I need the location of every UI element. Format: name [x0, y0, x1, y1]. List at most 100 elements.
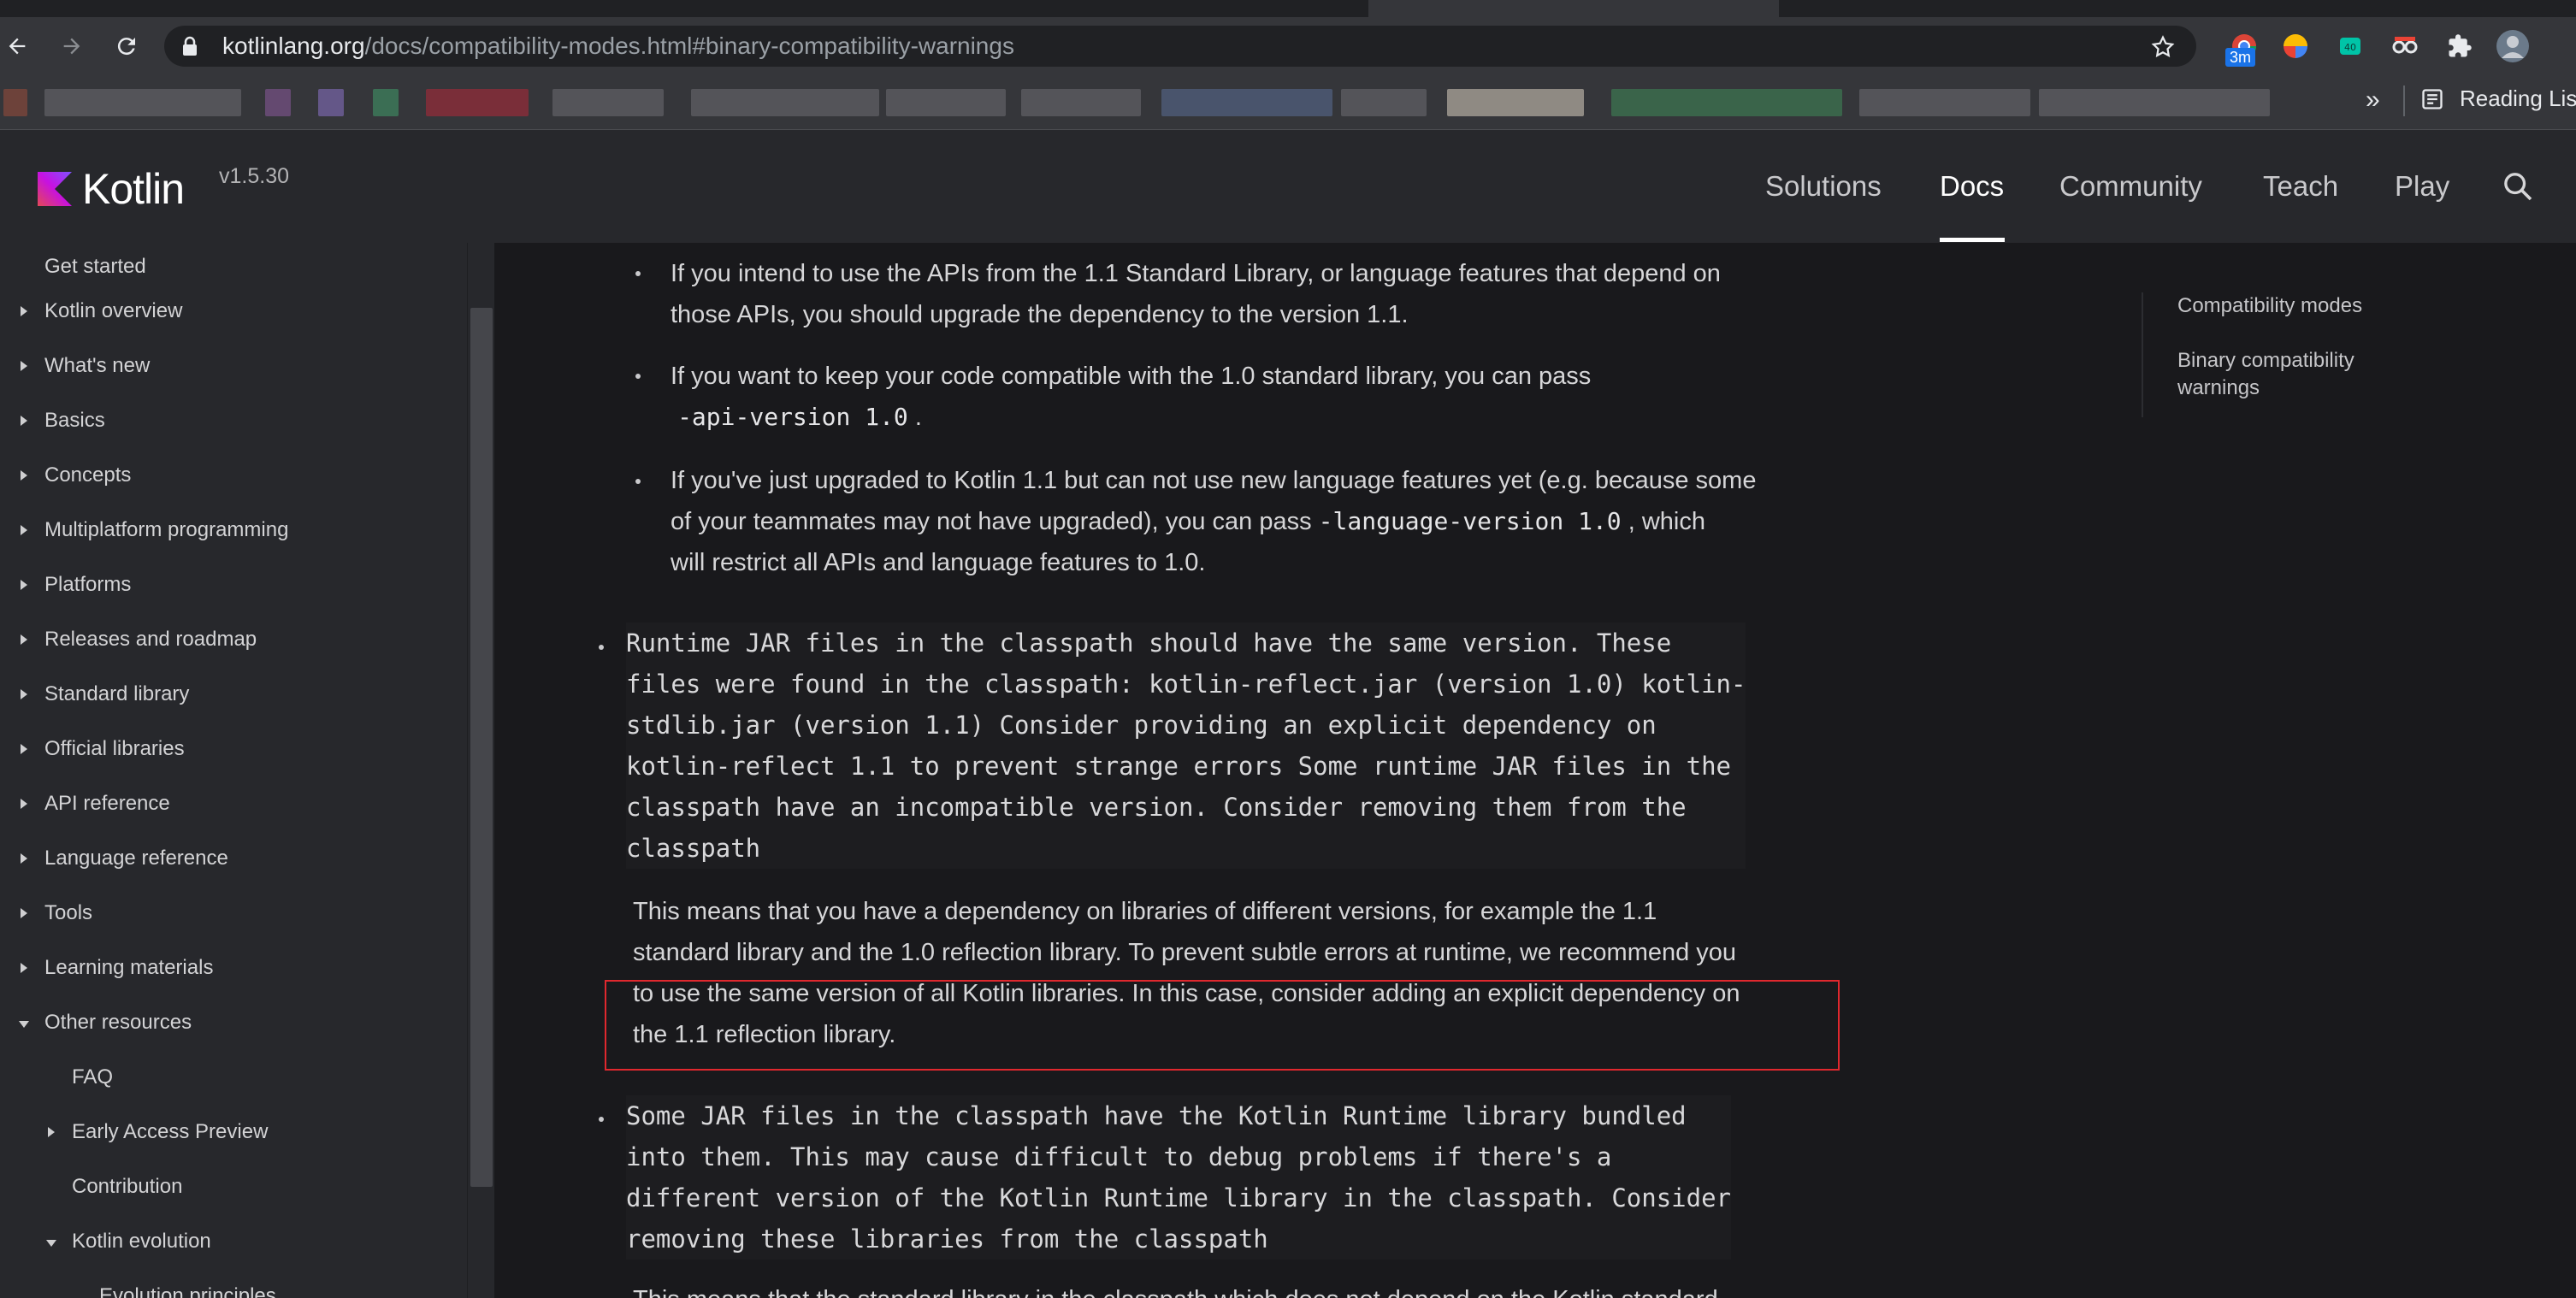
sidebar-item-concepts[interactable]: Concepts	[44, 458, 131, 493]
bookmarks-overflow-button[interactable]: »	[2366, 86, 2380, 115]
svg-text:40: 40	[2344, 42, 2356, 53]
list-bullet	[635, 374, 641, 379]
sidebar-item-label: Platforms	[44, 573, 132, 596]
url-host: kotlinlang.org	[222, 32, 365, 59]
back-button[interactable]	[0, 26, 38, 67]
reload-button[interactable]	[106, 26, 147, 67]
sidebar-item-faq[interactable]: FAQ	[72, 1060, 113, 1094]
bookmark-item[interactable]	[1447, 89, 1584, 116]
bookmark-item[interactable]	[426, 89, 529, 116]
extension-media-icon[interactable]: 40	[2331, 27, 2369, 65]
sidebar-item-official-libraries[interactable]: Official libraries	[44, 732, 185, 766]
bookmark-item[interactable]	[1341, 89, 1427, 116]
nav-solutions[interactable]: Solutions	[1765, 130, 1882, 243]
sidebar-item-multiplatform[interactable]: Multiplatform programming	[44, 513, 288, 547]
bookmark-item[interactable]	[691, 89, 879, 116]
caret-right-icon	[21, 361, 27, 371]
text-line: standard library and the 1.0 reflection …	[633, 939, 1737, 966]
docs-sidebar: Get started Kotlin overview What's new B…	[0, 243, 494, 1298]
extension-color-icon[interactable]	[2277, 27, 2314, 65]
sidebar-item-label: Learning materials	[44, 956, 214, 979]
toc-track	[2142, 292, 2143, 417]
address-bar[interactable]: kotlinlang.org/docs/compatibility-modes.…	[164, 26, 2196, 67]
caret-right-icon	[21, 306, 27, 316]
caret-right-icon	[21, 470, 27, 481]
bookmark-item[interactable]	[552, 89, 664, 116]
text-line: will restrict all APIs and language feat…	[671, 549, 1206, 576]
extensions-puzzle-icon[interactable]	[2441, 27, 2479, 65]
text-line: If you intend to use the APIs from the 1…	[671, 260, 1721, 287]
nav-play[interactable]: Play	[2395, 130, 2449, 243]
bookmark-favicon[interactable]	[318, 89, 344, 116]
warning-bundled-runtime: Some JAR files in the classpath have the…	[626, 1095, 1732, 1260]
search-icon	[2504, 173, 2532, 201]
sidebar-item-tools[interactable]: Tools	[44, 896, 92, 930]
sidebar-item-learning-materials[interactable]: Learning materials	[44, 951, 213, 985]
caret-right-icon	[21, 580, 27, 590]
reading-list-button[interactable]: Reading Lis	[2420, 86, 2576, 112]
bookmark-item[interactable]	[1161, 89, 1332, 116]
bookmark-favicon[interactable]	[3, 89, 27, 116]
sidebar-item-label: Kotlin evolution	[72, 1230, 211, 1253]
sidebar-item-label: FAQ	[72, 1065, 114, 1089]
extension-privacy-icon[interactable]	[2386, 27, 2424, 65]
sidebar-item-basics[interactable]: Basics	[44, 404, 105, 438]
explanation-bundled-runtime: This means that the standard library in …	[633, 1279, 1718, 1298]
sidebar-item-other-resources[interactable]: Other resources	[44, 1006, 192, 1040]
toc-item-compatibility-modes[interactable]: Compatibility modes	[2177, 292, 2362, 320]
list-bullet	[599, 645, 604, 650]
text-line: those APIs, you should upgrade the depen…	[671, 301, 1409, 328]
bookmark-item[interactable]	[1021, 89, 1141, 116]
bookmark-favicon[interactable]	[265, 89, 291, 116]
profile-avatar[interactable]	[2494, 27, 2532, 65]
sidebar-item-contribution[interactable]: Contribution	[72, 1170, 182, 1204]
reading-list-icon	[2422, 88, 2443, 109]
url-text: kotlinlang.org/docs/compatibility-modes.…	[222, 26, 1014, 67]
sub-bullet-api-upgrade: If you intend to use the APIs from the 1…	[671, 253, 1721, 335]
inline-code-language-version: -language-version 1.0	[1318, 507, 1622, 535]
site-search-button[interactable]	[2501, 169, 2535, 208]
kotlin-logo[interactable]: Kotlin	[38, 164, 185, 214]
nav-teach[interactable]: Teach	[2263, 130, 2338, 243]
sidebar-item-whats-new[interactable]: What's new	[44, 349, 150, 383]
sidebar-scrollbar-thumb[interactable]	[470, 308, 493, 1187]
sidebar-item-label: Multiplatform programming	[44, 518, 289, 541]
caret-right-icon	[21, 908, 27, 918]
sidebar-item-kotlin-overview[interactable]: Kotlin overview	[44, 294, 182, 328]
sidebar-item-platforms[interactable]: Platforms	[44, 568, 131, 602]
caret-right-icon	[21, 634, 27, 645]
text-fragment: , which	[1628, 508, 1705, 535]
toc-item-binary-compatibility-warnings[interactable]: Binary compatibility warnings	[2177, 347, 2400, 402]
sidebar-item-label: What's new	[44, 354, 151, 377]
text-line: -api-version 1.0 .	[671, 397, 1591, 438]
forward-button[interactable]	[51, 26, 92, 67]
sidebar-item-early-access-preview[interactable]: Early Access Preview	[72, 1115, 268, 1149]
sidebar-item-language-reference[interactable]: Language reference	[44, 841, 228, 876]
lock-icon	[183, 36, 197, 56]
sidebar-item-label: Early Access Preview	[72, 1120, 269, 1143]
bookmark-item[interactable]	[886, 89, 1006, 116]
sidebar-item-standard-library[interactable]: Standard library	[44, 677, 189, 711]
bookmark-item[interactable]	[1611, 89, 1842, 116]
bookmark-item[interactable]	[1859, 89, 2030, 116]
nav-active-indicator	[1940, 238, 2005, 242]
back-arrow-icon	[9, 38, 26, 55]
sidebar-item-evolution-principles[interactable]: Evolution principles	[99, 1279, 276, 1298]
sidebar-item-label: Standard library	[44, 682, 190, 705]
caret-right-icon	[21, 853, 27, 864]
sidebar-item-releases[interactable]: Releases and roadmap	[44, 622, 257, 657]
bookmark-item[interactable]	[2039, 89, 2270, 116]
browser-tab[interactable]	[1368, 0, 1779, 17]
forward-arrow-icon	[63, 38, 80, 55]
nav-community[interactable]: Community	[2059, 130, 2202, 243]
bookmark-star-icon[interactable]	[2150, 34, 2176, 60]
sub-bullet-language-version: If you've just upgraded to Kotlin 1.1 bu…	[671, 460, 1756, 583]
bookmark-item[interactable]	[44, 89, 241, 116]
sidebar-item-get-started[interactable]: Get started	[44, 250, 146, 284]
bookmark-favicon[interactable]	[373, 89, 399, 116]
sidebar-item-api-reference[interactable]: API reference	[44, 787, 170, 821]
nav-docs[interactable]: Docs	[1940, 130, 2004, 243]
sidebar-item-kotlin-evolution[interactable]: Kotlin evolution	[72, 1224, 211, 1259]
caret-down-icon	[19, 1021, 29, 1028]
sidebar-item-label: Releases and roadmap	[44, 628, 257, 651]
